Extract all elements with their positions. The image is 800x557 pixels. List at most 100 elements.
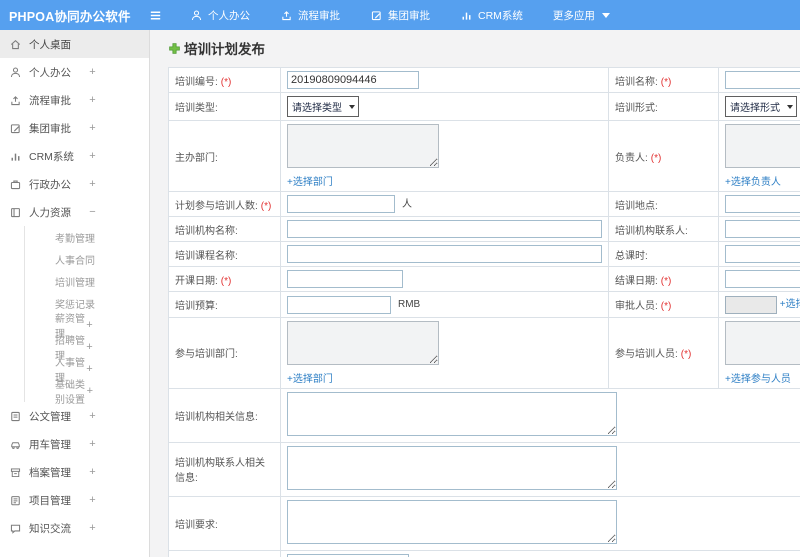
sidebar-item-admin-office[interactable]: 行政办公 + [0,170,149,198]
top-nav-workflow-approval[interactable]: 流程审批 [265,0,355,30]
sidebar-item-project-mgmt[interactable]: 项目管理 + [0,486,149,514]
submenu-item-label: 奖惩记录 [55,299,95,311]
training-type-select[interactable]: 请选择类型 [287,96,359,117]
planned-count-input[interactable] [287,195,395,214]
expand-plus-icon[interactable]: + [88,66,97,78]
required-mark: (*) [660,76,672,88]
field-label: 审批人员: [615,301,658,313]
training-mode-select[interactable]: 请选择形式 [725,96,797,117]
expand-plus-icon[interactable]: + [88,122,97,134]
caret-down-icon [787,104,793,109]
sidebar-item-personal-office[interactable]: 个人办公 + [0,58,149,86]
top-nav-personal-office[interactable]: 个人办公 [175,0,265,30]
app-logo: PHPOA协同办公软件 [9,9,131,24]
expand-plus-icon[interactable]: + [86,341,93,353]
sidebar-item-vehicle-mgmt[interactable]: 用车管理 + [0,430,149,458]
expand-plus-icon[interactable]: + [86,363,93,375]
top-nav-group-approval[interactable]: 集团审批 [355,0,445,30]
training-requirement-textarea[interactable] [287,499,617,544]
unit-suffix: 人 [402,199,412,210]
submenu-item-recruitment[interactable]: 招聘管理 + [25,336,149,362]
select-department-link[interactable]: +选择部门 [287,374,333,385]
expand-plus-icon[interactable]: + [88,494,97,506]
select-approver-link[interactable]: +选择审批人员 [780,299,800,310]
sidebar-item-knowledge-exchange[interactable]: 知识交流 + [0,514,149,542]
form-row: 培训类型: 请选择类型 培训形式: 请选择形式 [168,92,800,121]
expand-plus-icon[interactable]: + [88,150,97,162]
training-location-input[interactable] [725,195,800,214]
edit-icon [370,9,383,22]
start-date-input[interactable] [287,270,403,289]
expand-plus-icon[interactable]: + [87,385,93,397]
end-date-input[interactable] [725,270,800,289]
expand-plus-icon[interactable]: + [88,410,97,422]
field-label: 培训机构相关信息: [175,411,258,423]
approver-input[interactable] [725,295,777,314]
leader-textarea[interactable] [725,124,800,168]
top-nav-label: 流程审批 [298,9,340,22]
select-participants-link[interactable]: +选择参与人员 [725,374,791,385]
top-nav-label: 更多应用 [552,9,595,22]
sidebar-item-label: CRM系统 [29,150,74,163]
training-name-input[interactable] [725,71,800,89]
org-info-textarea[interactable] [287,391,617,436]
expand-plus-icon[interactable]: + [88,178,97,190]
join-people-textarea[interactable] [725,320,800,365]
course-name-input[interactable] [287,245,602,264]
sidebar-item-crm-system[interactable]: CRM系统 + [0,142,149,170]
expand-plus-icon[interactable]: + [88,438,97,450]
budget-input[interactable] [287,295,391,314]
form-row: 培训课程名称: 总课时: [168,241,800,268]
select-department-link[interactable]: +选择部门 [287,177,333,188]
submenu-item-hr-contract[interactable]: 人事合同 [25,248,149,270]
top-nav-more-apps[interactable]: 更多应用 [538,0,625,30]
submenu-item-label: 培训管理 [55,277,95,289]
submenu-item-attendance[interactable]: 考勤管理 [25,226,149,248]
sidebar-item-label: 流程审批 [29,94,71,107]
form-row: 开课日期: (*) 结课日期: (*) [168,266,800,293]
flow-icon [9,94,22,107]
field-label: 培训名称: [615,76,658,88]
total-hours-input[interactable] [725,245,800,264]
org-name-input[interactable] [287,220,602,239]
submenu-item-personnel[interactable]: 人事管理 + [25,358,149,384]
org-contact-input[interactable] [725,220,800,239]
field-label: 开课日期: [175,275,218,287]
sidebar-item-archive-mgmt[interactable]: 档案管理 + [0,458,149,486]
project-icon [9,494,22,507]
sidebar-item-personal-desktop[interactable]: 个人桌面 [0,30,149,58]
expand-plus-icon[interactable]: + [86,319,93,331]
submenu-item-label: 基础类别设置 [55,380,85,406]
submenu-item-rewards[interactable]: 奖惩记录 [25,292,149,314]
sidebar-item-label: 人力资源 [29,206,71,219]
field-label: 培训预算: [175,301,218,313]
edit-icon [9,122,22,135]
form-row: 参与培训部门: +选择部门 参与培训人员: (*) +选择参与人员 [168,316,800,389]
training-number-input[interactable] [287,71,419,89]
submenu-item-training[interactable]: 培训管理 [25,270,149,292]
top-nav-crm-system[interactable]: CRM系统 [445,0,538,30]
field-label: 培训编号: [175,76,218,88]
sidebar-item-document-mgmt[interactable]: 公文管理 + [0,402,149,430]
select-leader-link[interactable]: +选择负责人 [725,177,781,188]
sidebar-item-workflow-approval[interactable]: 流程审批 + [0,86,149,114]
join-department-textarea[interactable] [287,320,439,365]
currency-suffix: RMB [398,299,421,311]
home-icon [9,38,22,51]
expand-plus-icon[interactable]: + [88,466,97,478]
host-department-textarea[interactable] [287,124,439,168]
hamburger-menu-icon[interactable] [148,8,163,23]
sidebar-item-group-approval[interactable]: 集团审批 + [0,114,149,142]
submenu-item-salary[interactable]: 薪资管理 + [25,314,149,340]
submenu-item-base-category[interactable]: 基础类别设置 + [25,380,149,406]
top-nav-label: CRM系统 [478,9,523,22]
car-icon [9,438,22,451]
expand-plus-icon[interactable]: + [88,522,97,534]
org-contact-info-textarea[interactable] [287,445,617,490]
field-label: 培训机构联系人: [615,225,688,237]
collapse-minus-icon[interactable]: − [88,206,97,218]
sidebar-item-label: 项目管理 [29,494,71,507]
sidebar-item-human-resources[interactable]: 人力资源 − [0,198,149,226]
required-mark: (*) [660,301,672,313]
expand-plus-icon[interactable]: + [88,94,97,106]
